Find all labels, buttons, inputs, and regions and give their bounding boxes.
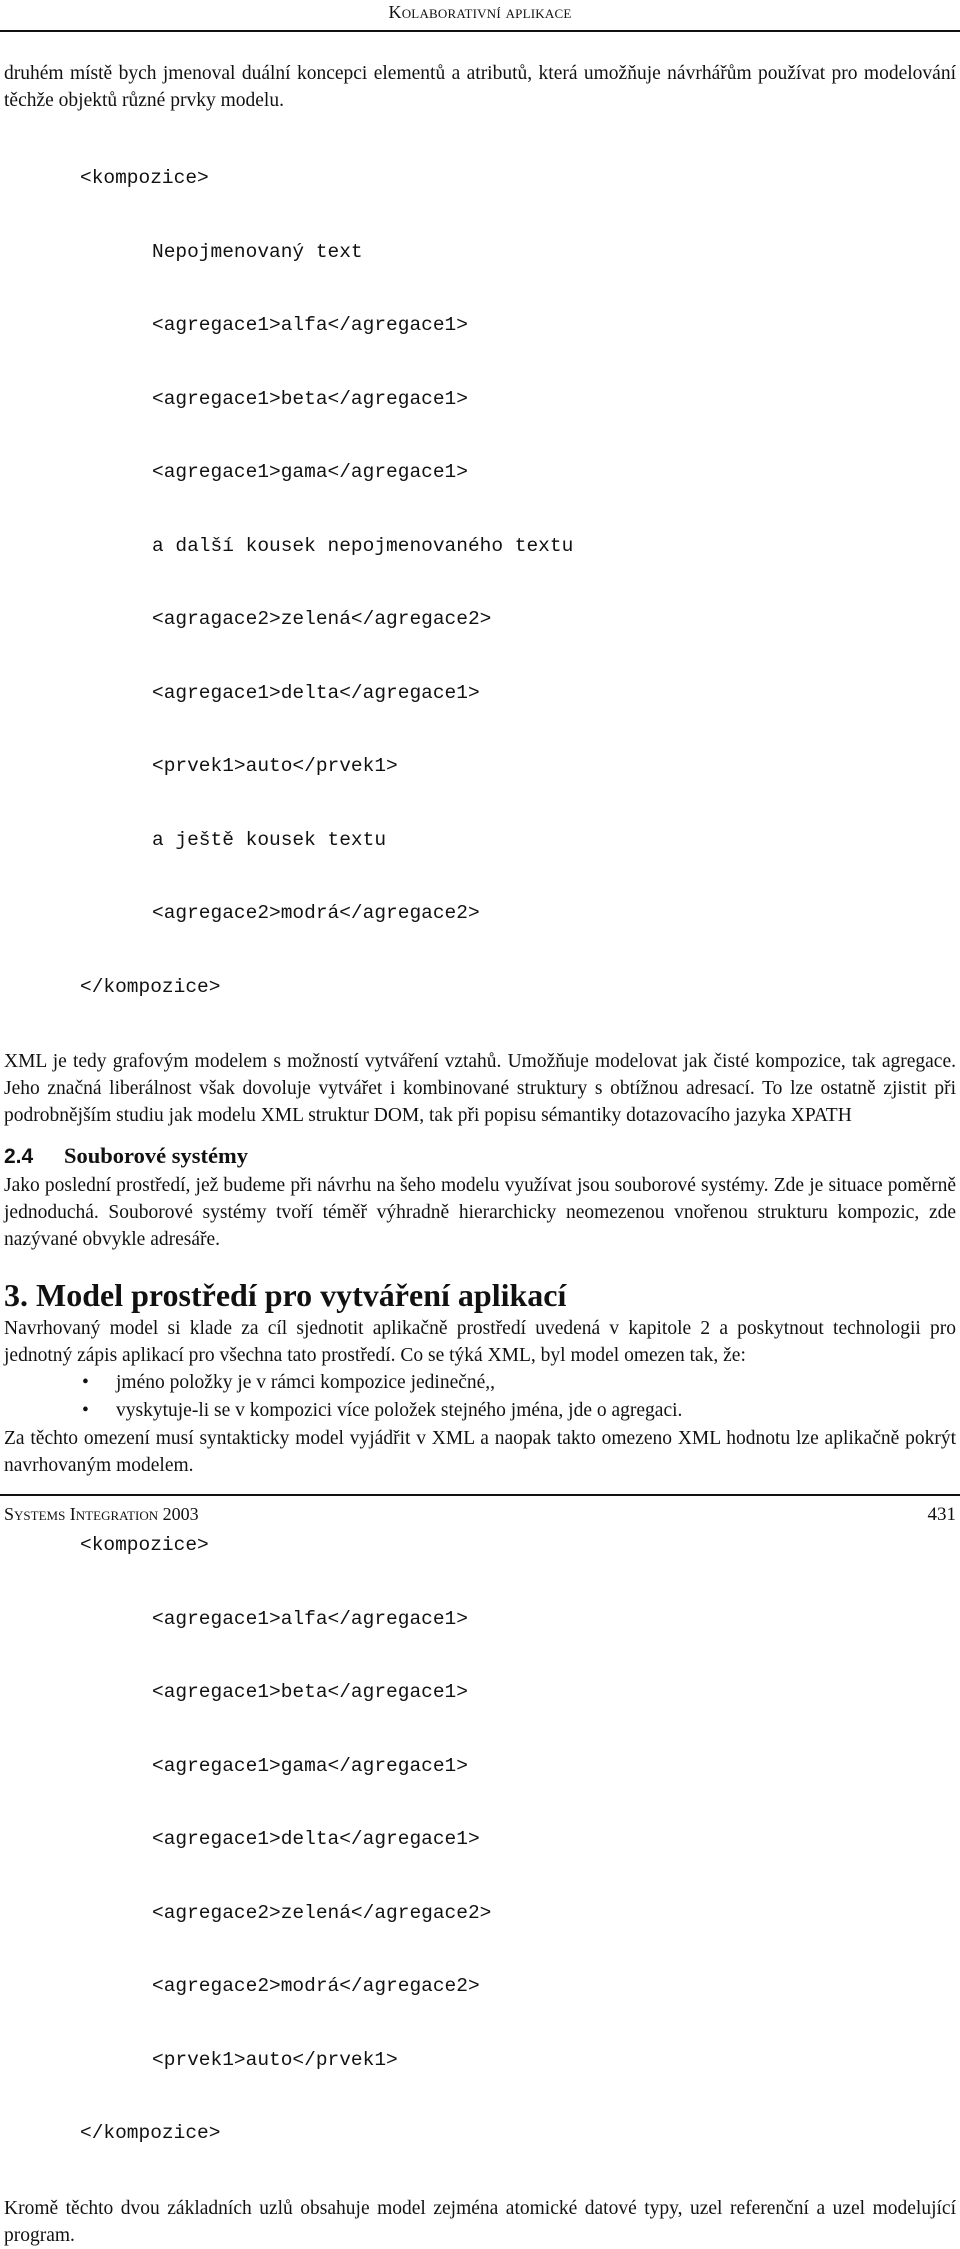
section-2-4-paragraph: Jako poslední prostředí, jež budeme při … (4, 1175, 956, 1250)
intro-paragraph: druhém místě bych jmenoval duální koncep… (4, 63, 956, 111)
code-line: </kompozice> (80, 975, 221, 998)
section-title: Souborové systémy (64, 1143, 248, 1168)
list-item-text: vyskytuje-li se v kompozici více položek… (116, 1400, 683, 1421)
running-header: Kolaborativní aplikace (388, 2, 572, 22)
bullet-icon: • (82, 1372, 89, 1393)
code-line: <agragace2>zelená</agregace2> (152, 608, 492, 630)
code-line: <agregace1>alfa</agregace1> (152, 314, 468, 336)
list-item: • vyskytuje-li se v kompozici více polož… (4, 1397, 956, 1425)
bullet-icon: • (82, 1400, 89, 1421)
code-example-2: <kompozice> <agregace1>alfa</agregace1> … (4, 1484, 956, 2195)
code-line: <agregace1>beta</agregace1> (152, 1681, 468, 1703)
code-line: <prvek1>auto</prvek1> (152, 2048, 398, 2071)
chapter-3-paragraph-2: Za těchto omezení musí syntakticky model… (4, 1428, 956, 1476)
chapter-3-paragraph: Navrhovaný model si klade za cíl sjednot… (4, 1318, 956, 1366)
code-line: <agregace2>modrá</agregace2> (152, 1975, 480, 1997)
code-line: <agregace1>delta</agregace1> (152, 681, 480, 704)
code-line: <agregace1>beta</agregace1> (152, 387, 468, 410)
code-line: Nepojmenovaný text (152, 240, 363, 263)
code-line: </kompozice> (80, 2122, 221, 2144)
code-line: <agregace1>gama</agregace1> (152, 461, 468, 483)
footer-rule (0, 1494, 960, 1496)
header-rule (0, 30, 960, 32)
code-line: <agregace1>alfa</agregace1> (152, 1607, 468, 1630)
code-line: <agregace1>delta</agregace1> (152, 1828, 480, 1850)
section-number: 2.4 (4, 1145, 34, 1168)
list-item-text: jméno položky je v rámci kompozice jedin… (116, 1372, 496, 1393)
constraint-list: • jméno položky je v rámci kompozice jed… (4, 1369, 956, 1425)
section-heading-2-4: 2.4 Souborové systémy (4, 1141, 956, 1172)
list-item: • jméno položky je v rámci kompozice jed… (4, 1369, 956, 1397)
code-line: <kompozice> (80, 167, 209, 189)
code-line: <prvek1>auto</prvek1> (152, 755, 398, 777)
code-line: <agregace1>gama</agregace1> (152, 1754, 468, 1777)
chapter-heading-3: 3. Model prostředí pro vytváření aplikac… (4, 1277, 567, 1313)
code-line: <agregace2>zelená</agregace2> (152, 1901, 492, 1924)
running-footer: Systems Integration 2003 (4, 1504, 199, 1524)
chapter-3-paragraph-3: Kromě těchto dvou základních uzlů obsahu… (4, 2197, 956, 2246)
page-number: 431 (927, 1504, 957, 1525)
code-line: a ještě kousek textu (152, 828, 387, 851)
page-content: druhém místě bych jmenoval duální koncep… (4, 60, 956, 2249)
code-example-1: <kompozice> Nepojmenovaný text <agregace… (4, 117, 956, 1048)
code-line: <agregace2>modrá</agregace2> (152, 902, 480, 924)
code-line: a další kousek nepojmenovaného textu (152, 534, 574, 557)
code-line: <kompozice> (80, 1534, 209, 1556)
xml-paragraph: XML je tedy grafovým modelem s možností … (4, 1051, 956, 1126)
